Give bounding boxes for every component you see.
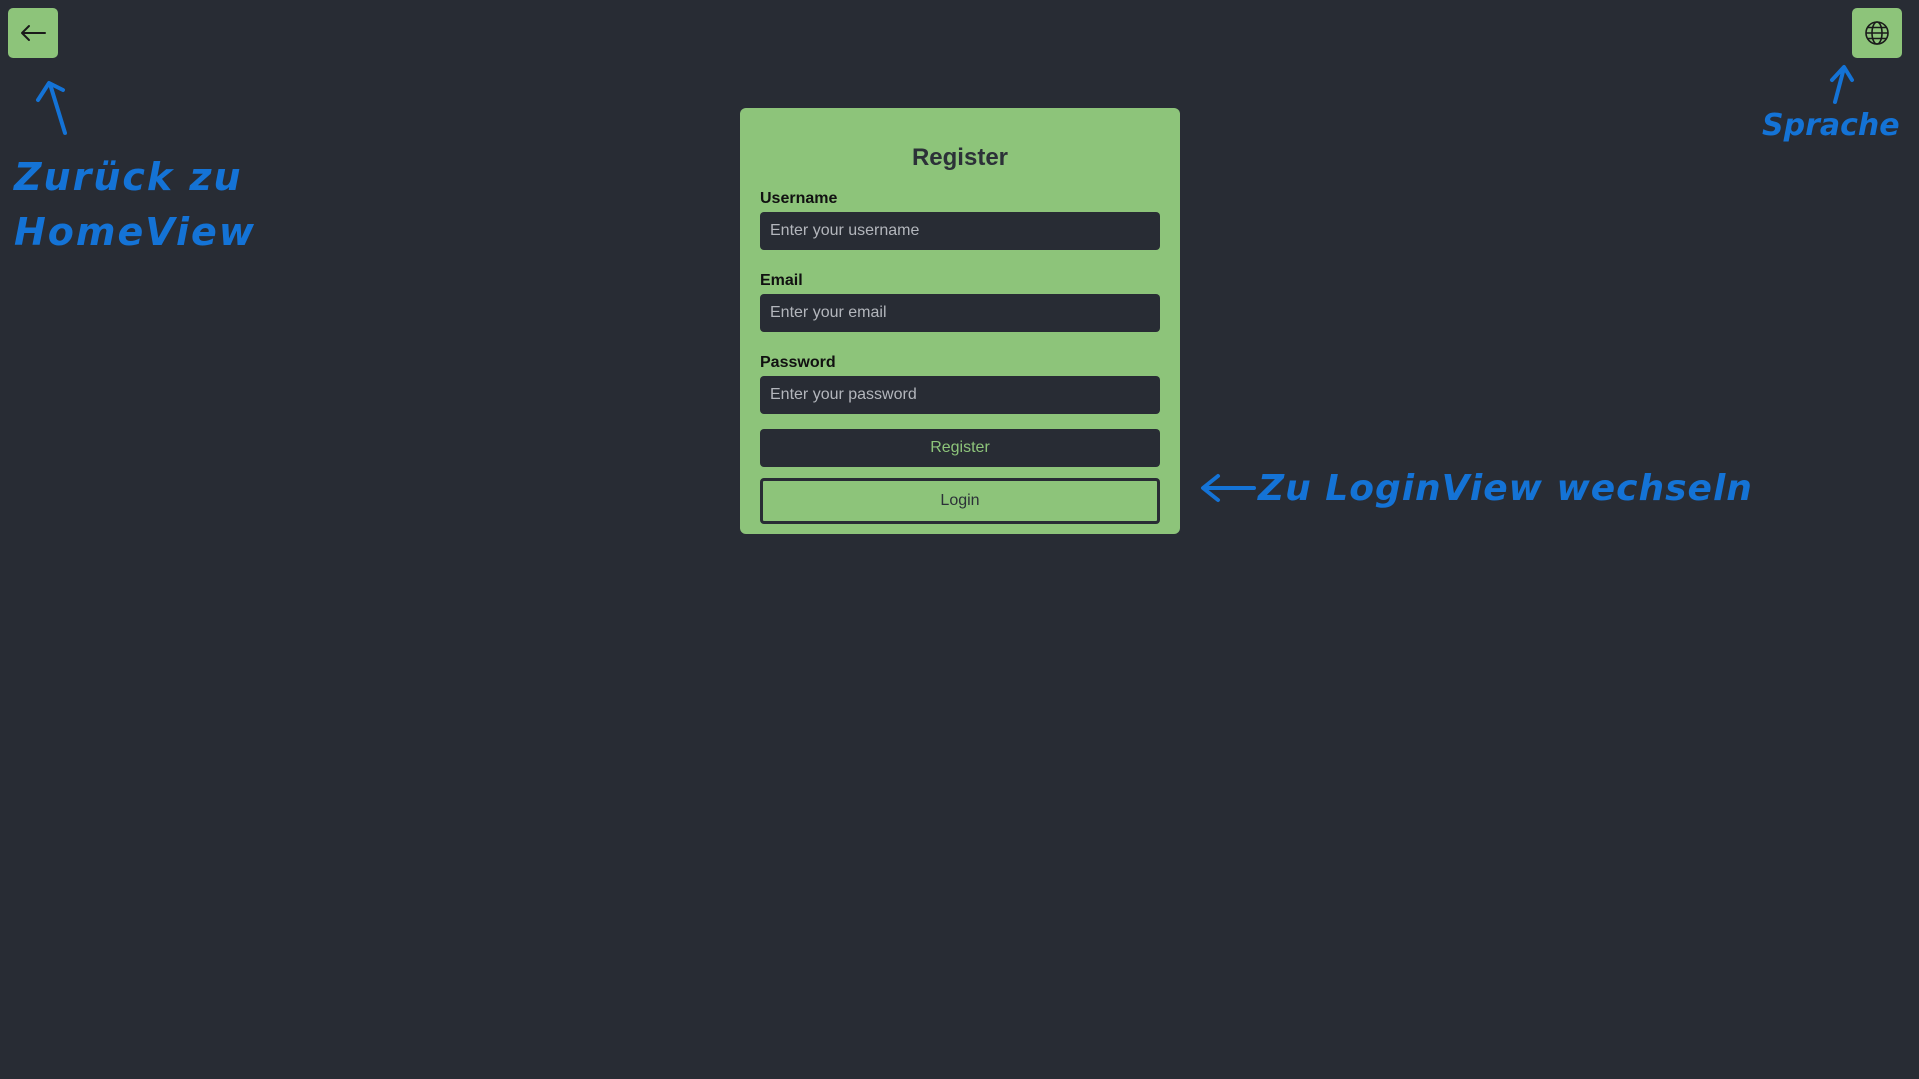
language-button[interactable] — [1852, 8, 1902, 58]
annotation-back-text: Zurück zu HomeView — [14, 155, 256, 254]
annotation-language-text: Sprache — [1762, 108, 1900, 143]
annotation-arrow-back-icon — [36, 81, 67, 135]
register-page: Register Username Email Password Registe… — [0, 0, 1919, 1079]
login-button[interactable]: Login — [760, 478, 1160, 524]
annotation-arrow-login-icon — [1201, 474, 1256, 502]
back-button[interactable] — [8, 8, 58, 58]
username-input[interactable] — [760, 212, 1160, 250]
annotation-arrow-language-icon — [1830, 65, 1854, 104]
arrow-left-icon — [21, 25, 46, 41]
annotation-login-text: Zu LoginView wechseln — [1258, 468, 1753, 509]
register-button[interactable]: Register — [760, 429, 1160, 467]
username-label: Username — [760, 190, 838, 207]
register-card: Register Username Email Password Registe… — [740, 108, 1180, 534]
globe-icon — [1865, 21, 1889, 45]
email-input[interactable] — [760, 294, 1160, 332]
email-label: Email — [760, 272, 803, 289]
password-label: Password — [760, 354, 836, 371]
register-title: Register — [911, 144, 1009, 171]
password-input[interactable] — [760, 376, 1160, 414]
